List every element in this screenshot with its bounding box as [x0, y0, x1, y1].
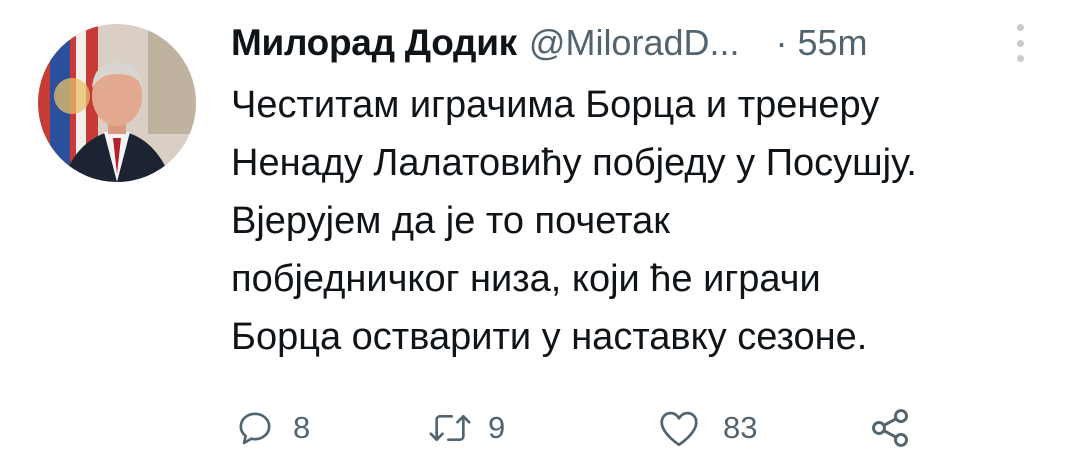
timestamp[interactable]: 55m — [798, 22, 868, 64]
retweet-count: 9 — [488, 410, 506, 445]
retweet-icon — [426, 408, 474, 448]
tweet-text: Честитам играчима Борца и тренеру Ненаду… — [231, 76, 1061, 366]
tweet[interactable]: Милорад Додик @MiloradD... · 55m Честита… — [0, 0, 1079, 476]
tweet-actions: 8 9 83 — [231, 400, 1031, 456]
tweet-text-line: Ненаду Лалатовићу побједу у Посушју. — [231, 142, 917, 184]
tweet-text-line: Честитам играчима Борца и тренеру — [231, 84, 880, 126]
more-dot — [1016, 55, 1024, 62]
author-display-name[interactable]: Милорад Додик — [231, 22, 517, 64]
separator-dot: · — [775, 22, 788, 63]
like-button[interactable]: 83 — [657, 400, 757, 456]
more-dot — [1016, 39, 1024, 47]
reply-button[interactable]: 8 — [235, 400, 310, 456]
more-options-icon[interactable] — [1010, 20, 1030, 66]
share-button[interactable] — [868, 400, 912, 456]
tweet-text-line: Вјерујем да је то почетак — [231, 200, 670, 242]
more-dot — [1016, 24, 1024, 31]
heart-icon — [657, 408, 701, 448]
tweet-text-line: Борца остварити у наставку сезоне. — [231, 316, 868, 358]
tweet-text-line: побједничког низа, који ће играчи — [231, 258, 821, 300]
like-count: 83 — [723, 410, 758, 445]
retweet-button[interactable]: 9 — [426, 400, 505, 456]
reply-icon — [235, 408, 275, 448]
share-icon — [868, 406, 912, 450]
tweet-header: Милорад Додик @MiloradD... · 55m — [231, 18, 868, 68]
reply-count: 8 — [293, 410, 311, 445]
author-handle[interactable]: @MiloradD... — [529, 22, 740, 64]
avatar[interactable] — [38, 24, 196, 182]
